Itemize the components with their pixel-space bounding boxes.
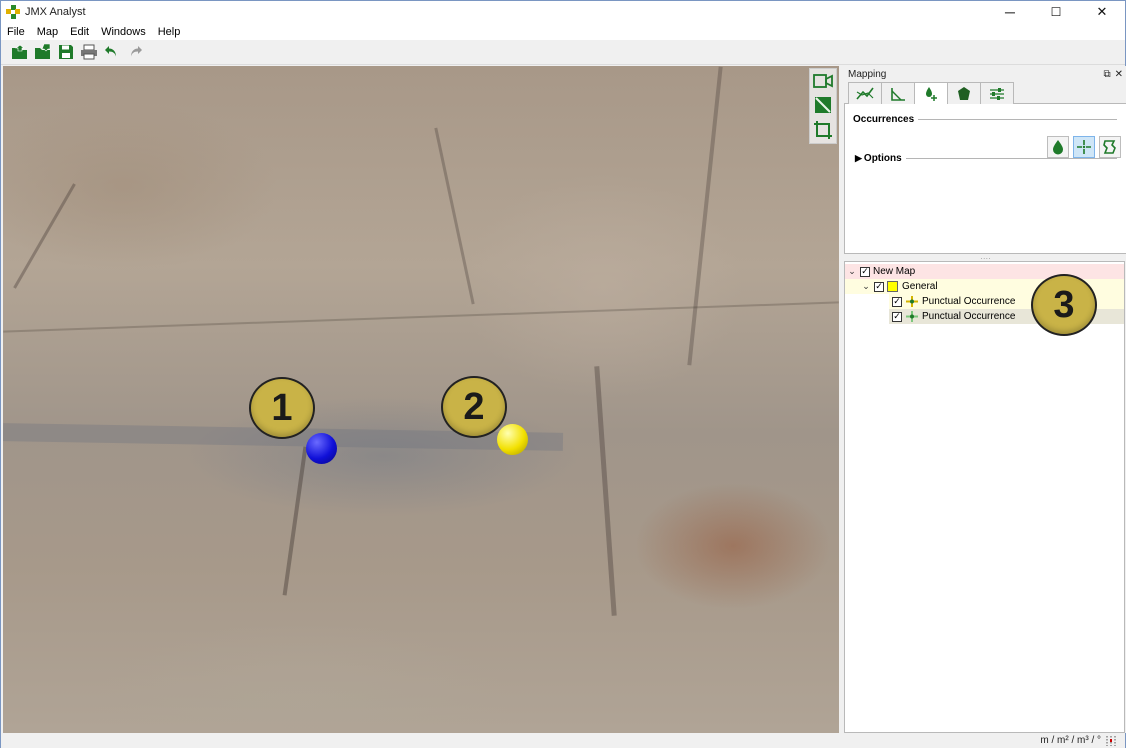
status-bar: m / m² / m³ / ° [1,733,1125,748]
save-button[interactable] [56,42,76,62]
maximize-button[interactable]: ☐ [1033,1,1079,23]
menu-file[interactable]: File [1,26,31,38]
window-controls: ─ ☐ ✕ [987,1,1125,23]
callout-3: 3 [1031,274,1097,336]
float-panel-icon[interactable]: ⧉ [1103,69,1110,80]
occurrence-2-checkbox[interactable]: ✓ [892,311,902,322]
root-checkbox[interactable]: ✓ [860,266,870,277]
occurrence-1-checkbox[interactable]: ✓ [892,296,902,307]
crop-frame-icon[interactable] [813,120,833,140]
view-tools-toolbar [809,68,837,144]
menu-windows[interactable]: Windows [95,26,152,38]
occurrences-heading: Occurrences [853,114,915,125]
options-section[interactable]: ▶ Options [855,153,1117,164]
collapse-chevron-icon[interactable]: ⌄ [861,281,871,292]
menu-bar: File Map Edit Windows Help [1,23,1125,40]
import-button[interactable] [33,42,53,62]
open-button[interactable] [10,42,30,62]
menu-help[interactable]: Help [152,26,187,38]
polyline-icon [856,87,874,100]
floppy-disk-icon [59,45,73,59]
occurrences-tab-content: Occurrences ▶ Options [844,104,1126,254]
app-logo-icon [6,5,20,19]
video-camera-icon[interactable] [813,72,833,90]
options-expand-icon[interactable]: ▶ [855,153,862,164]
app-window: JMX Analyst ─ ☐ ✕ File Map Edit Windows … [0,0,1126,748]
undo-button[interactable] [102,42,122,62]
mapping-tabs [844,82,1126,105]
yellow-occurrence-marker[interactable] [497,424,528,455]
layer-tree: ⌄ ✓ New Map ⌄ ✓ General ✓ Punctual Occur… [844,261,1125,733]
occurrence-1-label: Punctual Occurrence [922,296,1016,307]
punctual-occurrence-icon [906,311,918,322]
diagonal-plane-icon[interactable] [814,96,832,114]
tab-settings[interactable] [980,82,1014,104]
polygon-icon [958,86,970,100]
menu-edit[interactable]: Edit [64,26,95,38]
redo-button[interactable] [125,42,145,62]
folder-open-icon [12,44,27,59]
group-color-swatch[interactable] [887,281,898,292]
angle-icon [891,87,905,101]
group-checkbox[interactable]: ✓ [874,281,884,292]
map-viewport[interactable] [3,66,839,733]
mapping-panel: Mapping ⧉ ✕ Occurrences ▶ Options ···· ⌄… [844,66,1126,733]
root-label: New Map [873,266,916,277]
tab-angles[interactable] [881,82,915,104]
window-title: JMX Analyst [25,6,86,18]
title-bar: JMX Analyst ─ ☐ ✕ [1,1,1125,23]
folder-import-icon [35,44,51,59]
callout-2: 2 [441,376,507,438]
occurrences-section: Occurrences [853,114,1117,125]
group-label: General [902,281,938,292]
collapse-chevron-icon[interactable]: ⌄ [847,266,857,277]
menu-map[interactable]: Map [31,26,64,38]
options-heading: Options [863,153,902,164]
main-toolbar [1,40,1125,65]
punctual-occurrence-icon [906,296,918,307]
redo-icon [131,46,142,57]
close-panel-icon[interactable]: ✕ [1115,69,1123,80]
tree-row-root[interactable]: ⌄ ✓ New Map [845,264,1124,279]
undo-icon [105,46,116,57]
units-readout: m / m² / m³ / ° [1040,735,1101,746]
blue-occurrence-marker[interactable] [306,433,337,464]
print-button[interactable] [79,42,99,62]
tab-polygons[interactable] [947,82,981,104]
callout-1: 1 [249,377,315,439]
panel-title: Mapping [848,68,887,80]
tab-lines[interactable] [848,82,882,104]
minimize-button[interactable]: ─ [987,1,1033,23]
units-settings-icon[interactable] [1105,735,1117,747]
printer-icon [81,44,97,60]
close-button[interactable]: ✕ [1079,1,1125,23]
panel-header: Mapping ⧉ ✕ [844,66,1126,82]
sliders-icon [990,87,1004,100]
occurrence-2-label: Punctual Occurrence [922,311,1016,322]
tab-occurrences[interactable] [914,82,948,105]
occurrence-points-icon [926,87,937,101]
